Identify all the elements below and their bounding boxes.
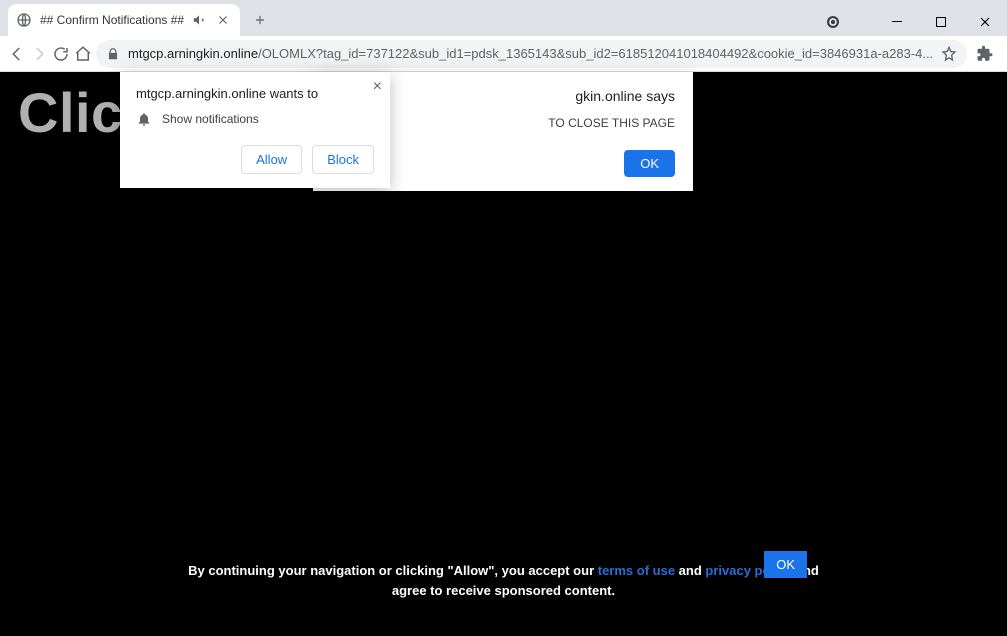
consent-text: By continuing your navigation or clickin… — [188, 563, 598, 578]
js-alert-ok-button[interactable]: OK — [624, 150, 675, 177]
terms-link[interactable]: terms of use — [598, 563, 675, 578]
consent-text: agree to receive sponsored content. — [392, 583, 615, 598]
bell-icon — [136, 111, 152, 127]
extensions-icon[interactable] — [971, 40, 999, 68]
back-button[interactable] — [8, 40, 26, 68]
browser-titlebar: ## Confirm Notifications ## — [0, 0, 1007, 36]
window-controls — [811, 8, 1007, 36]
notification-permission-prompt: × mtgcp.arningkin.online wants to Show n… — [120, 72, 390, 188]
forward-button[interactable] — [30, 40, 48, 68]
address-bar[interactable]: mtgcp.arningkin.online/OLOMLX?tag_id=737… — [96, 40, 967, 68]
window-close-button[interactable] — [963, 8, 1007, 36]
new-tab-button[interactable] — [246, 6, 274, 34]
lock-icon[interactable] — [106, 47, 120, 61]
block-button[interactable]: Block — [312, 145, 374, 174]
home-button[interactable] — [74, 40, 92, 68]
tab-title: ## Confirm Notifications ## — [40, 13, 184, 27]
permission-label: Show notifications — [162, 112, 259, 126]
consent-banner: By continuing your navigation or clickin… — [0, 561, 1007, 600]
browser-toolbar: mtgcp.arningkin.online/OLOMLX?tag_id=737… — [0, 36, 1007, 72]
window-maximize-button[interactable] — [919, 8, 963, 36]
globe-icon — [16, 12, 32, 28]
consent-text: and — [675, 563, 705, 578]
window-minimize-button[interactable] — [875, 8, 919, 36]
permission-origin: mtgcp.arningkin.online wants to — [136, 86, 374, 101]
tab-close-icon[interactable] — [214, 11, 232, 29]
audio-muted-icon[interactable] — [192, 13, 206, 27]
url-text: mtgcp.arningkin.online/OLOMLX?tag_id=737… — [128, 46, 933, 61]
bookmark-star-icon[interactable] — [941, 46, 957, 62]
allow-button[interactable]: Allow — [241, 145, 302, 174]
reload-button[interactable] — [52, 40, 70, 68]
browser-tab[interactable]: ## Confirm Notifications ## — [8, 4, 240, 36]
close-icon[interactable]: × — [373, 78, 382, 96]
incognito-avatar-icon[interactable] — [811, 8, 855, 36]
consent-ok-button[interactable]: OK — [764, 551, 807, 578]
